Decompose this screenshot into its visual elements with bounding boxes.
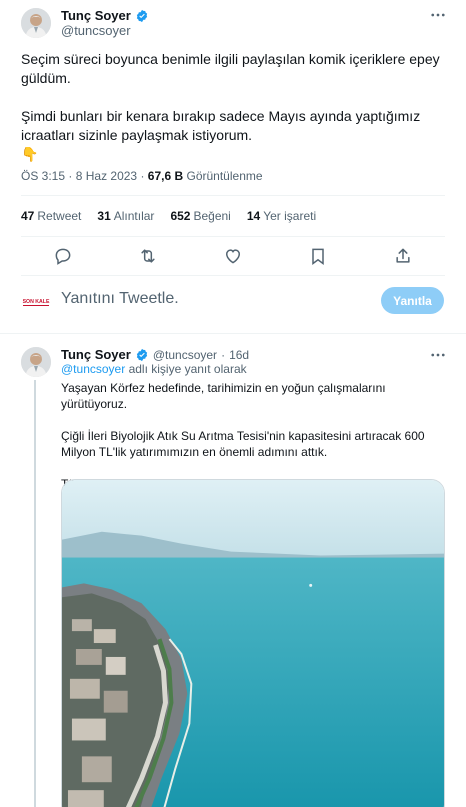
- views-label: Görüntülenme: [186, 169, 263, 183]
- bookmarks-stat[interactable]: 14 Yer işareti: [247, 209, 316, 223]
- quotes-label: Alıntılar: [113, 209, 155, 223]
- meta-separator: ·: [221, 347, 226, 362]
- meta-separator: ·: [140, 169, 145, 183]
- author-name-row[interactable]: Tunç Soyer: [61, 8, 149, 23]
- more-options-icon[interactable]: [429, 346, 447, 364]
- thread-author-name[interactable]: Tunç Soyer: [61, 347, 131, 362]
- divider: [0, 333, 466, 334]
- like-heart-icon[interactable]: [223, 246, 243, 266]
- share-icon[interactable]: [393, 246, 413, 266]
- tweet-text: Seçim süreci boyunca benimle ilgili payl…: [21, 50, 449, 164]
- likes-stat[interactable]: 652 Beğeni: [170, 209, 230, 223]
- pointing-down-emoji: 👇: [21, 146, 39, 162]
- tweet-time[interactable]: ÖS 3:15: [21, 169, 65, 183]
- author-name[interactable]: Tunç Soyer: [61, 8, 131, 23]
- reply-icon[interactable]: [53, 246, 73, 266]
- author-handle[interactable]: @tuncsoyer: [61, 23, 131, 38]
- quotes-count: 31: [97, 209, 111, 223]
- replying-to: @tuncsoyer adlı kişiye yanıt olarak: [61, 362, 247, 376]
- views-count: 67,6 B: [147, 169, 184, 183]
- svg-text:SON KALE: SON KALE: [23, 299, 50, 305]
- bookmarks-count: 14: [246, 209, 261, 223]
- divider: [21, 195, 445, 196]
- thread-author-row: Tunç Soyer @tuncsoyer · 16d: [61, 347, 249, 362]
- tweet-stats: 47 Retweet 31 Alıntılar 652 Beğeni 14 Yer iş…: [21, 209, 316, 223]
- retweets-stat[interactable]: 47 Retweet: [21, 209, 81, 223]
- tweet-text-para2: Şimdi bunları bir kenara bırakıp sadece …: [21, 108, 421, 143]
- divider: [21, 236, 445, 237]
- thread-author-handle[interactable]: @tuncsoyer: [153, 348, 217, 362]
- reply-submit-button[interactable]: Yanıtla: [381, 287, 444, 314]
- quotes-stat[interactable]: 31 Alıntılar: [97, 209, 154, 223]
- bookmark-icon[interactable]: [308, 246, 328, 266]
- reply-input[interactable]: Yanıtını Tweetle.: [61, 290, 179, 308]
- thread-tweet-text: Yaşayan Körfez hedefinde, tarihimizin en…: [61, 380, 451, 492]
- retweets-label: Retweet: [37, 209, 82, 223]
- retweets-count: 47: [21, 209, 35, 223]
- meta-separator: ·: [68, 169, 73, 183]
- tweet-text-para1: Seçim süreci boyunca benimle ilgili payl…: [21, 51, 440, 86]
- reply-mention-link[interactable]: @tuncsoyer: [61, 362, 125, 376]
- tweet-date[interactable]: 8 Haz 2023: [76, 169, 137, 183]
- author-avatar[interactable]: [21, 8, 51, 38]
- thread-tweet-age[interactable]: 16d: [229, 348, 249, 362]
- thread-text-para1: Yaşayan Körfez hedefinde, tarihimizin en…: [61, 381, 386, 411]
- tweet-actions: [0, 244, 466, 268]
- thread-text-para2: Çiğli İleri Biyolojik Atık Su Arıtma Tes…: [61, 429, 425, 459]
- user-avatar[interactable]: SON KALE: [21, 287, 51, 315]
- verified-badge-icon: [135, 348, 149, 362]
- retweet-icon[interactable]: [138, 246, 158, 266]
- thread-connector-line: [34, 380, 36, 807]
- likes-label: Beğeni: [193, 209, 231, 223]
- verified-badge-icon: [135, 9, 149, 23]
- tweet-media-image[interactable]: [61, 479, 445, 807]
- more-options-icon[interactable]: [429, 6, 447, 24]
- reply-to-label: adlı kişiye yanıt olarak: [128, 362, 247, 376]
- bookmarks-label: Yer işareti: [263, 209, 317, 223]
- divider: [21, 275, 445, 276]
- likes-count: 652: [170, 209, 191, 223]
- thread-author-avatar[interactable]: [21, 347, 51, 377]
- tweet-meta: ÖS 3:15 · 8 Haz 2023 · 67,6 B Görüntülen…: [21, 169, 263, 183]
